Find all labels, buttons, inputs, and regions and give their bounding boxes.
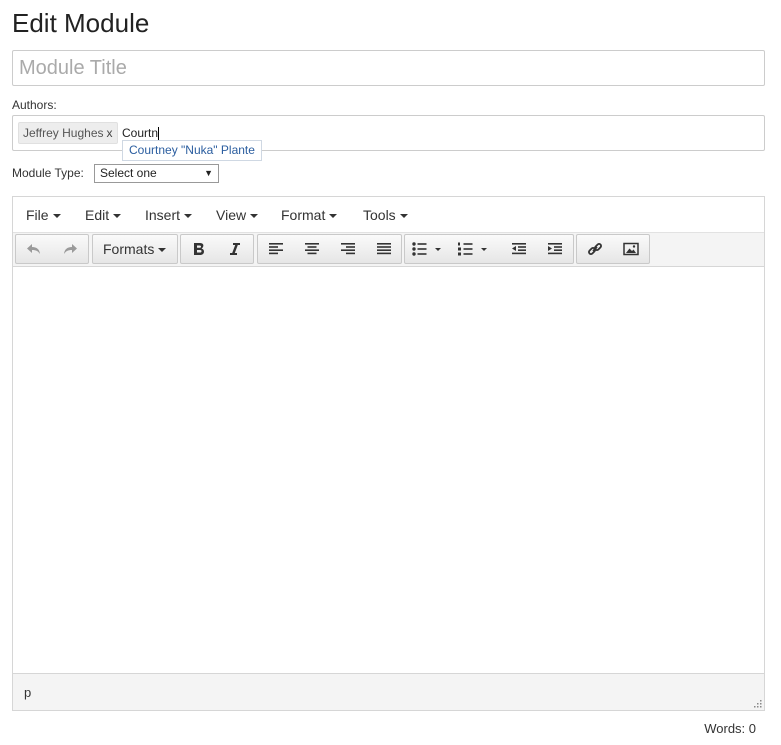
editor-statusbar: p (13, 673, 764, 710)
formats-label: Formats (103, 241, 155, 257)
align-left-icon (269, 243, 283, 255)
resize-handle-icon[interactable] (752, 698, 762, 708)
menu-edit-label: Edit (85, 207, 110, 223)
align-justify-icon (377, 243, 391, 255)
align-justify-button[interactable] (366, 235, 402, 263)
menu-tools[interactable]: Tools (363, 207, 408, 223)
align-center-icon (305, 243, 319, 255)
menu-view-label: View (216, 207, 247, 223)
caret-down-icon (399, 214, 408, 219)
insert-link-button[interactable] (577, 235, 613, 263)
redo-button[interactable] (52, 235, 88, 263)
outdent-button[interactable] (501, 235, 537, 263)
module-type-selected: Select one (100, 166, 157, 180)
bullet-list-icon (412, 242, 441, 256)
word-count: Words: 0 (704, 721, 756, 736)
formats-group: Formats (92, 234, 178, 264)
link-icon (588, 243, 602, 255)
align-left-button[interactable] (258, 235, 294, 263)
insert-group (576, 234, 650, 264)
menu-tools-label: Tools (363, 207, 396, 223)
menu-insert[interactable]: Insert (145, 207, 193, 223)
italic-icon (230, 243, 240, 255)
insert-image-button[interactable] (613, 235, 649, 263)
numbered-list-button[interactable] (451, 235, 497, 263)
menu-file-label: File (26, 207, 49, 223)
authors-label: Authors: (12, 98, 57, 112)
editor-toolbar: Formats (13, 233, 764, 267)
caret-down-icon (184, 214, 193, 219)
module-type-label: Module Type: (12, 166, 84, 180)
menu-view[interactable]: View (216, 207, 259, 223)
redo-icon (64, 244, 77, 254)
italic-button[interactable] (217, 235, 253, 263)
caret-down-icon (250, 214, 259, 219)
author-tag-name: Jeffrey Hughes (23, 126, 104, 140)
text-caret (158, 126, 160, 141)
bullet-list-button[interactable] (405, 235, 451, 263)
menu-format[interactable]: Format (281, 207, 338, 223)
menu-insert-label: Insert (145, 207, 181, 223)
author-tag: Jeffrey Hughes x (18, 122, 118, 144)
menu-edit[interactable]: Edit (85, 207, 122, 223)
align-right-button[interactable] (330, 235, 366, 263)
outdent-icon (512, 243, 526, 255)
author-typed-text: Courtn (122, 126, 159, 140)
undo-icon (27, 244, 40, 254)
bold-icon (194, 243, 204, 255)
rich-text-editor: File Edit Insert View Format Tools Forma… (12, 196, 765, 711)
undo-button[interactable] (16, 235, 52, 263)
author-search-text[interactable]: Courtn (122, 125, 160, 141)
author-suggestion[interactable]: Courtney "Nuka" Plante (122, 140, 262, 161)
formats-dropdown[interactable]: Formats (93, 235, 179, 263)
menu-file[interactable]: File (26, 207, 61, 223)
menu-format-label: Format (281, 207, 326, 223)
remove-author-button[interactable]: x (107, 126, 113, 140)
page-title: Edit Module (12, 8, 150, 38)
align-center-button[interactable] (294, 235, 330, 263)
image-icon (623, 242, 639, 256)
align-group (257, 234, 402, 264)
editor-menubar: File Edit Insert View Format Tools (13, 197, 764, 233)
bold-button[interactable] (181, 235, 217, 263)
indent-button[interactable] (537, 235, 573, 263)
history-group (15, 234, 89, 264)
caret-down-icon (329, 214, 338, 219)
caret-down-icon (158, 248, 167, 253)
editor-content-area[interactable] (13, 267, 764, 673)
module-title-input[interactable] (12, 50, 765, 86)
module-type-select[interactable]: Select one ▼ (94, 164, 219, 183)
numbered-list-icon (458, 242, 487, 256)
caret-down-icon (113, 214, 122, 219)
caret-down-icon (52, 214, 61, 219)
align-right-icon (341, 243, 355, 255)
list-group (404, 234, 574, 264)
indent-icon (548, 243, 562, 255)
style-group (180, 234, 254, 264)
element-path[interactable]: p (24, 685, 31, 700)
dropdown-arrow-icon: ▼ (204, 168, 213, 178)
